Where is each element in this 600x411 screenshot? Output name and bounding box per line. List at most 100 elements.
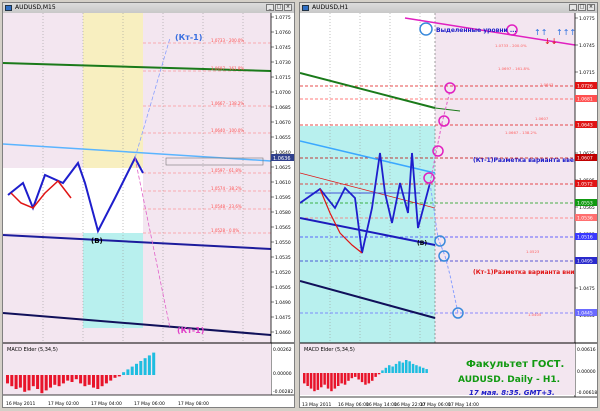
price-tick-label: 1.0730 bbox=[275, 60, 291, 66]
price-tick-label: 1.0475 bbox=[275, 315, 291, 321]
macd-bar bbox=[143, 358, 147, 375]
macd-tick-label: -0.00282 bbox=[273, 389, 293, 395]
macd-bar bbox=[92, 375, 95, 388]
level-price-tag: 1.0516 bbox=[577, 235, 593, 241]
price-chart-right[interactable]: Выделенные уровни ... (Кт-1)Разметка вар… bbox=[300, 13, 598, 408]
fib-level-label: 1.0733 - 200.0% bbox=[211, 38, 244, 43]
current-price-label: 1.0636 bbox=[273, 156, 291, 162]
macd-bar bbox=[96, 375, 100, 389]
chart-window-right[interactable]: AUDUSD,H1 _ □ × Выделенные уровни ... (К… bbox=[299, 2, 598, 408]
macd-bar bbox=[394, 363, 398, 373]
time-axis-labels: 13 May 2011 16 May 06:0016 May 14:0016 Ma… bbox=[302, 402, 479, 408]
time-tick-label: 17 May 14:00 bbox=[448, 402, 479, 408]
macd-bar bbox=[388, 365, 391, 373]
level-price-tag: 1.0607 bbox=[577, 156, 593, 162]
macd-bar bbox=[350, 373, 354, 379]
level-price-tag: 1.0572 bbox=[577, 182, 593, 188]
price-tick-label: 1.0655 bbox=[275, 135, 291, 141]
macd-bar bbox=[130, 366, 134, 375]
macd-bar bbox=[66, 375, 70, 381]
legend-highlighted-levels: Выделенные уровни ... bbox=[436, 27, 517, 34]
price-tick-label: 1.0625 bbox=[275, 165, 291, 171]
macd-bar bbox=[147, 355, 151, 375]
macd-bar bbox=[418, 366, 422, 373]
zone-cyan bbox=[300, 126, 435, 343]
macd-bar bbox=[152, 352, 156, 375]
fib-level-label: 1.0528 - 0.0% bbox=[211, 228, 239, 233]
level-price-tag: 1.0681 bbox=[577, 97, 593, 103]
macd-bar bbox=[83, 375, 87, 387]
macd-bar bbox=[303, 373, 306, 384]
window-title-left: AUDUSD,M15 bbox=[15, 4, 56, 11]
arrow-up-icon: ↑↑↑ bbox=[556, 28, 576, 37]
macd-bar bbox=[354, 373, 357, 377]
price-tick-label: 1.0670 bbox=[275, 120, 291, 126]
macd-bar bbox=[320, 373, 323, 388]
macd-bar bbox=[36, 375, 40, 389]
close-button[interactable]: × bbox=[284, 4, 292, 11]
macd-tick-label: 0.00000 bbox=[273, 371, 292, 377]
macd-bar bbox=[357, 373, 360, 380]
price-tick-label: 1.0700 bbox=[275, 90, 291, 96]
price-tick-label: 1.0715 bbox=[275, 75, 291, 81]
price-tick-label: 1.0775 bbox=[579, 16, 595, 22]
annotation-kt1-up: (Кт-1) bbox=[175, 33, 202, 42]
maximize-button[interactable]: □ bbox=[275, 4, 283, 11]
macd-bar bbox=[330, 373, 333, 392]
macd-bar bbox=[347, 373, 350, 381]
macd-bar bbox=[40, 375, 44, 394]
price-tick-label: 1.0550 bbox=[275, 240, 291, 246]
macd-bar bbox=[343, 373, 347, 385]
fib-level-label: 1.0697 - 161.8% bbox=[211, 66, 244, 71]
minimize-button[interactable]: _ bbox=[266, 4, 274, 11]
macd-bar bbox=[49, 375, 52, 388]
macd-bar bbox=[44, 375, 48, 391]
fib-level-label: 1.0640 - 100.0% bbox=[211, 128, 244, 133]
price-tick-label: 1.0715 bbox=[579, 70, 595, 76]
pair-title: AUDUSD. Daily - H1. bbox=[458, 375, 560, 385]
price-tick-label: 1.0745 bbox=[275, 45, 291, 51]
fib-level-label: 1.0523 bbox=[526, 249, 540, 254]
zone-yellow bbox=[83, 13, 143, 168]
level-price-tag: 1.0536 bbox=[577, 216, 593, 222]
fib-level-label: 1.0667 - 138.2% bbox=[505, 130, 537, 135]
macd-bar bbox=[79, 375, 83, 384]
macd-bar bbox=[135, 363, 138, 375]
fib-level-label: 1.0548 - 23.6% bbox=[211, 204, 242, 209]
price-chart-left[interactable]: (Кт-1) (Кт-1) (B) 1.0775 1.0760 1.0745 1.07… bbox=[3, 13, 295, 408]
macd-bar bbox=[117, 375, 121, 377]
fib-level-label: 1.0607 bbox=[535, 116, 549, 121]
macd-bar bbox=[61, 375, 65, 384]
maximize-button[interactable]: □ bbox=[578, 4, 586, 11]
price-tick-label: 1.0490 bbox=[275, 300, 291, 306]
macd-bar bbox=[316, 373, 320, 390]
macd-tick-label: 0.00262 bbox=[273, 347, 292, 353]
macd-bar bbox=[6, 375, 9, 384]
minimize-button[interactable]: _ bbox=[569, 4, 577, 11]
zone-cyan bbox=[83, 233, 143, 328]
macd-bar bbox=[398, 361, 401, 373]
time-tick-label: 17 May 06:00 bbox=[420, 402, 451, 408]
time-tick-label: 17 May 06:00 bbox=[134, 401, 165, 407]
price-tick-label: 1.0565 bbox=[275, 225, 291, 231]
annotation-down-variant: (Кт-1)Разметка варианта вниз ... bbox=[473, 269, 587, 276]
macd-bar bbox=[391, 366, 394, 373]
macd-bar bbox=[364, 373, 367, 385]
macd-bar bbox=[313, 373, 316, 392]
price-tick-label: 1.0775 bbox=[275, 15, 291, 21]
time-tick-label: 17 May 04:00 bbox=[91, 401, 122, 407]
macd-bar bbox=[309, 373, 313, 389]
macd-bar bbox=[100, 375, 104, 387]
macd-bar bbox=[109, 375, 113, 381]
fib-level-label: 1.0643 bbox=[540, 82, 554, 87]
macd-bar bbox=[57, 375, 61, 387]
macd-bar bbox=[326, 373, 330, 389]
annotation-b: (B) bbox=[91, 237, 103, 245]
macd-bar bbox=[377, 373, 381, 375]
level-price-tag: 1.0445 bbox=[577, 311, 593, 317]
macd-bar bbox=[53, 375, 57, 385]
chart-window-left[interactable]: AUDUSD,M15 _ □ × (Кт-1) (Кт-1) (B) 1.077… bbox=[2, 2, 295, 408]
price-tick-label: 1.0595 bbox=[275, 195, 291, 201]
close-button[interactable]: × bbox=[587, 4, 595, 11]
time-tick-label: 13 May 2011 bbox=[302, 402, 331, 408]
